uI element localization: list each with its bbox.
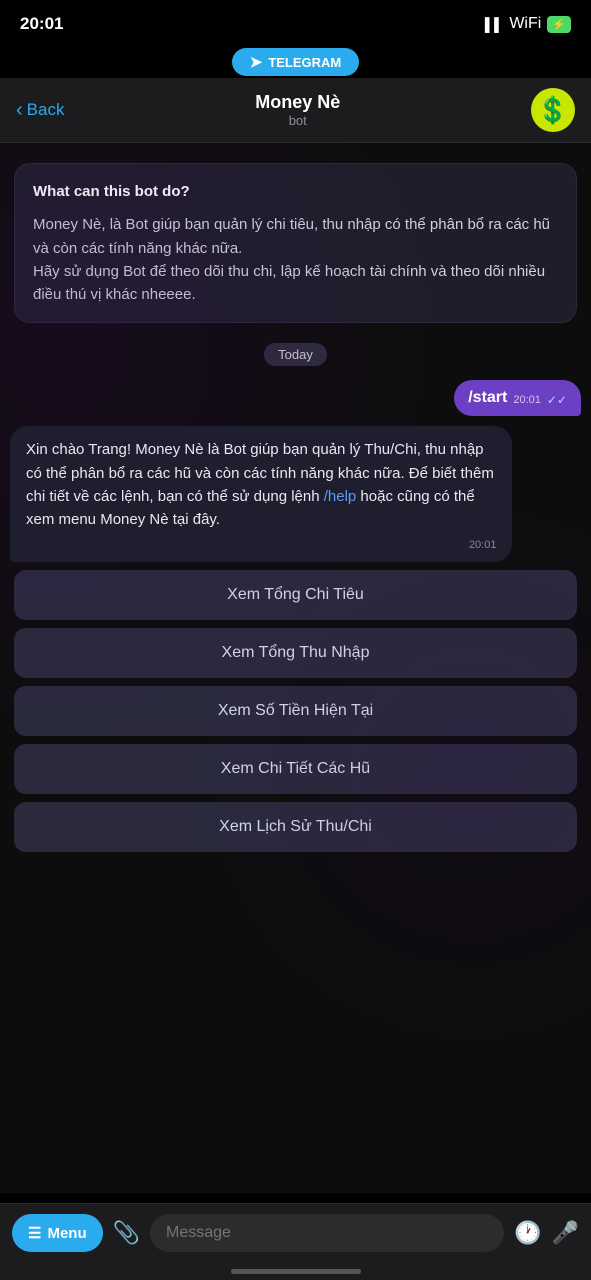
wifi-icon: WiFi [509,15,541,33]
bot-button-list: Xem Tổng Chi Tiêu Xem Tổng Thu Nhập Xem Số… [14,570,577,852]
telegram-banner: ➤ TELEGRAM [0,44,591,78]
chat-background: What can this bot do? Money Nè, là Bot g… [0,143,591,1193]
date-sep-label: Today [264,343,327,366]
bot-button-4[interactable]: Xem Lịch Sử Thu/Chi [14,802,577,852]
bot-button-2[interactable]: Xem Số Tiền Hiện Tại [14,686,577,736]
chat-header: ‹ Back Money Nè bot 💲 [0,78,591,143]
back-button[interactable]: ‹ Back [16,99,64,122]
outgoing-message-row: /start 20:01 ✓✓ [10,380,581,416]
bot-button-1[interactable]: Xem Tổng Thu Nhập [14,628,577,678]
home-indicator [0,1269,591,1274]
outgoing-bubble: /start 20:01 ✓✓ [454,380,581,416]
battery-icon: ⚡ [547,16,571,33]
back-chevron-icon: ‹ [16,99,23,122]
signal-icon: ▌▌ [485,17,503,32]
status-bar: 20:01 ▌▌ WiFi ⚡ [0,0,591,44]
avatar-emoji: 💲 [537,95,569,126]
outgoing-text: /start [468,389,507,407]
bot-button-3[interactable]: Xem Chi Tiết Các Hũ [14,744,577,794]
chat-subtitle: bot [255,113,340,128]
status-time: 20:01 [20,14,63,34]
incoming-bubble: Xin chào Trang! Money Nè là Bot giúp bạn… [10,426,512,562]
message-input[interactable] [150,1214,504,1252]
menu-button[interactable]: ☰ Menu [12,1214,103,1252]
menu-hamburger-icon: ☰ [28,1224,41,1242]
read-receipt-icon: ✓✓ [547,393,567,407]
emoji-icon[interactable]: 🕐 [514,1220,541,1246]
incoming-message-row: Xin chào Trang! Money Nè là Bot giúp bạn… [10,426,581,562]
status-icons: ▌▌ WiFi ⚡ [485,15,571,33]
home-bar [231,1269,361,1274]
chat-title: Money Nè [255,92,340,113]
attach-icon[interactable]: 📎 [113,1220,140,1246]
bot-info-card: What can this bot do? Money Nè, là Bot g… [14,163,577,323]
microphone-icon[interactable]: 🎤 [552,1220,579,1246]
header-center: Money Nè bot [255,92,340,128]
avatar[interactable]: 💲 [531,88,575,132]
back-label: Back [27,100,65,120]
incoming-time: 20:01 [26,537,496,554]
telegram-arrow-icon: ➤ [250,53,263,71]
info-card-title: What can this bot do? [33,180,558,203]
info-card-body: Money Nè, là Bot giúp bạn quản lý chi ti… [33,213,558,306]
menu-label: Menu [47,1225,86,1242]
bot-button-0[interactable]: Xem Tổng Chi Tiêu [14,570,577,620]
telegram-label: TELEGRAM [268,55,341,70]
help-link[interactable]: /help [324,488,357,505]
date-separator: Today [10,343,581,366]
telegram-pill: ➤ TELEGRAM [232,48,360,76]
outgoing-time: 20:01 [513,394,541,406]
